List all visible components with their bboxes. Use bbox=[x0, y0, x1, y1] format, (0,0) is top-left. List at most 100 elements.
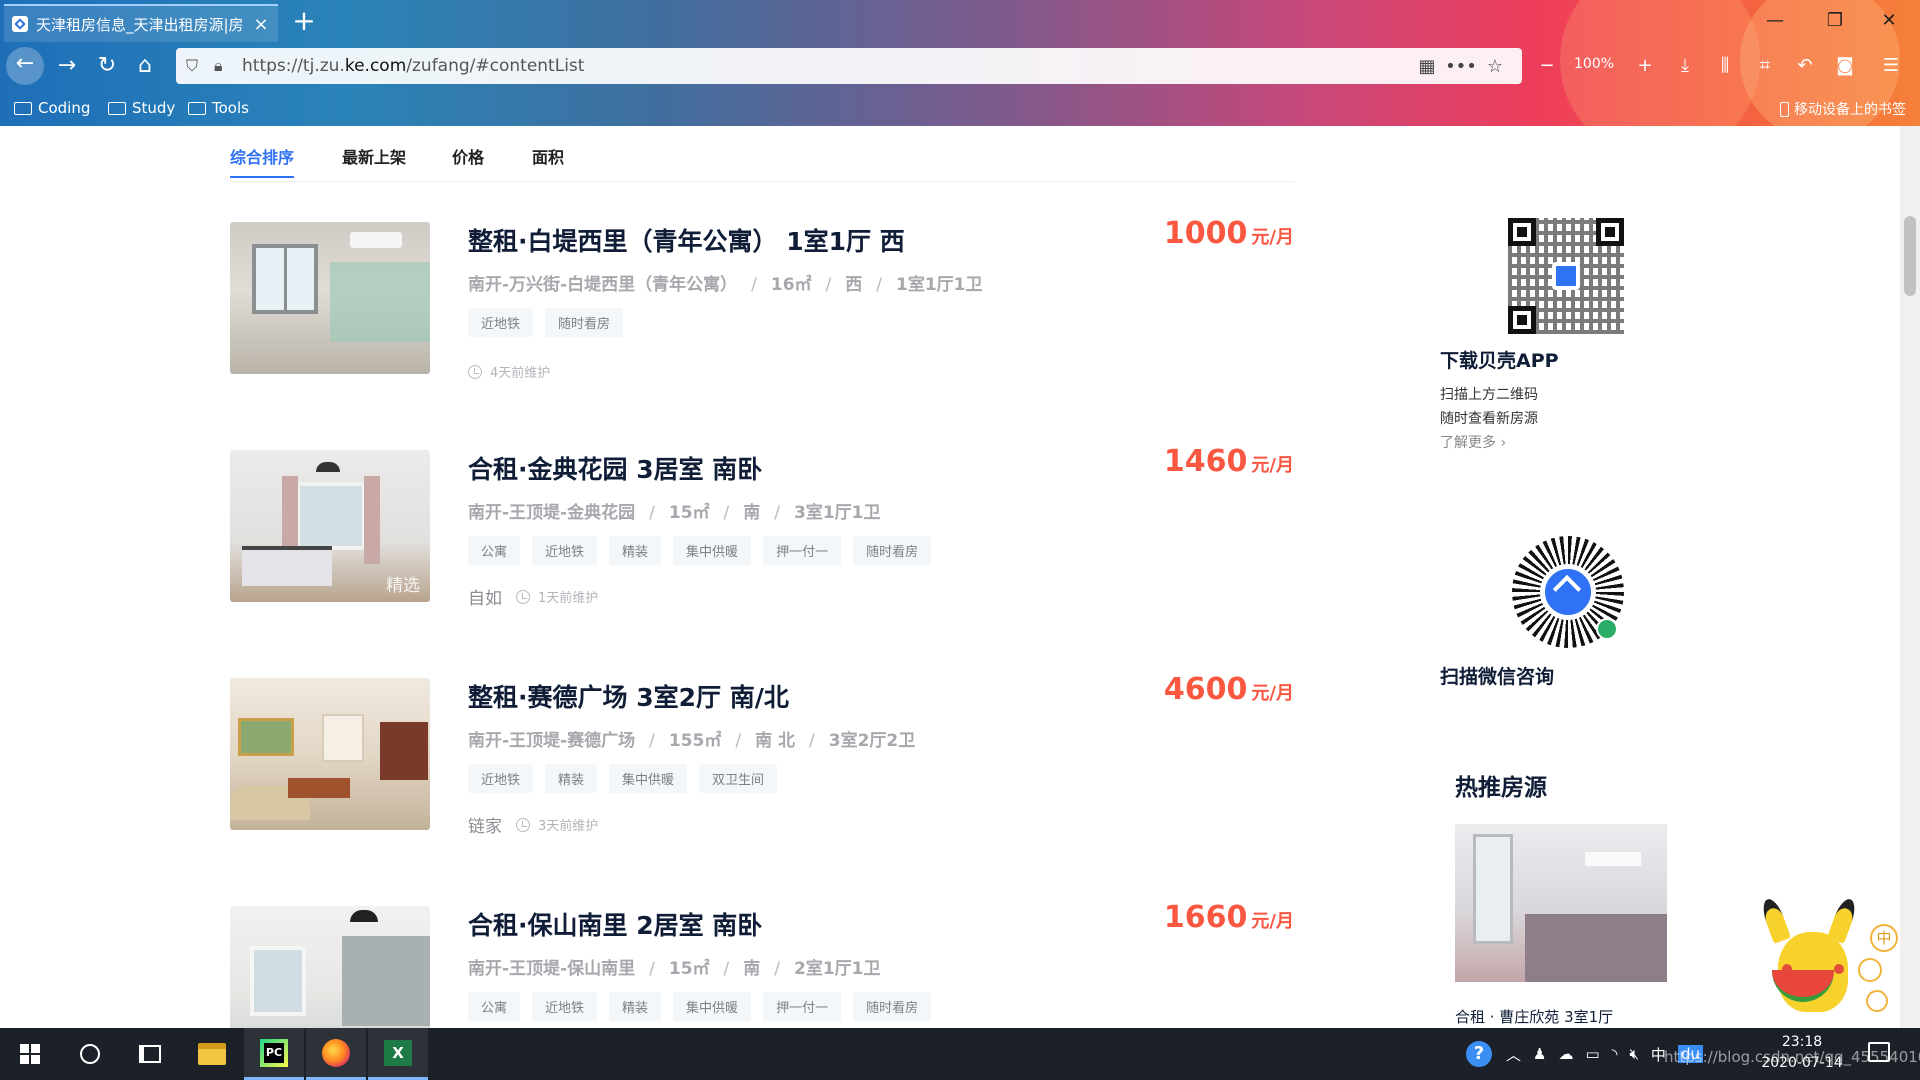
tray-app-icon[interactable]: ♟ bbox=[1533, 1045, 1546, 1063]
hot-listing-photo[interactable] bbox=[1455, 824, 1667, 982]
tag: 押一付一 bbox=[763, 536, 842, 565]
listing-card[interactable]: 精选 合租·金典花园 3居室 南卧 南开-王顶堤-金典花园/15㎡ / 南/3室1厅… bbox=[230, 444, 1294, 609]
close-window-button[interactable]: ✕ bbox=[1866, 6, 1912, 36]
more-actions-icon[interactable]: ••• bbox=[1444, 56, 1478, 77]
tag: 近地铁 bbox=[468, 764, 534, 793]
phone-icon bbox=[1780, 101, 1789, 117]
help-icon[interactable]: ? bbox=[1466, 1041, 1492, 1067]
clock-icon bbox=[516, 817, 530, 832]
ime-toggle-button[interactable]: 中 bbox=[1870, 924, 1898, 952]
listing-desc: 南开-王顶堤-赛德广场/155㎡ / 南 北/3室2厅2卫 bbox=[468, 731, 916, 751]
reload-button[interactable]: ↻ bbox=[90, 49, 124, 83]
new-tab-button[interactable]: + bbox=[288, 6, 320, 38]
url-bar[interactable]: ⛉ 🔒︎ https://tj.zu.ke.com/zufang/#conten… bbox=[176, 48, 1522, 84]
zoom-out-button[interactable]: − bbox=[1530, 50, 1564, 82]
mobile-bookmarks[interactable]: 移动设备上的书签 bbox=[1780, 99, 1906, 119]
scrollbar-thumb[interactable] bbox=[1904, 216, 1916, 296]
tag: 随时看房 bbox=[545, 308, 624, 337]
firefox-button[interactable] bbox=[306, 1028, 366, 1080]
qr-code-icon[interactable]: ▦ bbox=[1410, 56, 1444, 77]
url-text[interactable]: https://tj.zu.ke.com/zufang/#contentList bbox=[242, 56, 1410, 76]
listing-title[interactable]: 整租·赛德广场 3室2厅 南/北 bbox=[468, 678, 789, 714]
task-view-icon bbox=[139, 1045, 161, 1063]
ime-settings-icon[interactable] bbox=[1866, 990, 1888, 1012]
lock-icon[interactable]: 🔒︎ bbox=[214, 56, 236, 76]
listing-photo[interactable] bbox=[230, 222, 430, 374]
tag: 押一付一 bbox=[763, 992, 842, 1021]
page-scrollbar[interactable] bbox=[1900, 126, 1920, 1028]
undo-icon[interactable]: ↶ bbox=[1788, 50, 1822, 82]
bookmark-study[interactable]: Study bbox=[108, 99, 175, 117]
bookmark-star-icon[interactable]: ☆ bbox=[1478, 56, 1512, 77]
volume-muted-icon[interactable]: 🔇︎ bbox=[1629, 1045, 1638, 1063]
listing-photo[interactable]: 精选 bbox=[230, 450, 430, 602]
battery-icon[interactable]: ▭ bbox=[1585, 1045, 1599, 1063]
extension-icon[interactable]: ◙ bbox=[1828, 50, 1862, 82]
bookmark-tools[interactable]: Tools bbox=[188, 99, 249, 117]
zoom-level[interactable]: 100% bbox=[1574, 56, 1614, 72]
listing-meta: 链家 3天前维护 bbox=[468, 812, 598, 837]
app-title: 下载贝壳APP bbox=[1440, 350, 1559, 372]
wifi-icon[interactable]: ◝ bbox=[1612, 1045, 1618, 1063]
tab-newest[interactable]: 最新上架 bbox=[342, 144, 406, 168]
start-button[interactable] bbox=[0, 1028, 60, 1080]
listing-photo[interactable] bbox=[230, 678, 430, 830]
back-button[interactable]: ← bbox=[6, 47, 44, 85]
library-icon[interactable]: ⫼ bbox=[1708, 50, 1742, 82]
listing-card[interactable]: 合租·保山南里 2居室 南卧 南开-王顶堤-保山南里/15㎡ / 南/2室1厅1卫 … bbox=[230, 900, 1294, 1028]
hot-listing-caption[interactable]: 合租 · 曹庄欣苑 3室1厅 bbox=[1455, 1006, 1613, 1027]
browser-tab[interactable]: 天津租房信息_天津出租房源|房 × bbox=[4, 4, 278, 42]
download-icon[interactable]: ⤓ bbox=[1668, 50, 1702, 82]
brand-label: 链家 bbox=[468, 817, 502, 837]
tab-close-icon[interactable]: × bbox=[252, 14, 270, 35]
listing-title[interactable]: 整租·白堤西里（青年公寓） 1室1厅 西 bbox=[468, 222, 905, 258]
featured-badge: 精选 bbox=[386, 576, 420, 596]
app-qr-code bbox=[1508, 218, 1624, 334]
tab-area[interactable]: 面积 bbox=[532, 144, 564, 168]
listing-desc: 南开-王顶堤-保山南里/15㎡ / 南/2室1厅1卫 bbox=[468, 959, 881, 979]
wechat-panel bbox=[1440, 536, 1700, 656]
forward-button[interactable]: → bbox=[50, 49, 84, 83]
learn-more-link[interactable]: 了解更多 › bbox=[1440, 432, 1700, 452]
chevron-up-icon[interactable]: ︿ bbox=[1506, 1044, 1521, 1065]
zoom-in-button[interactable]: + bbox=[1628, 50, 1662, 82]
home-icon[interactable]: ⌂ bbox=[128, 49, 162, 83]
screenshot-icon[interactable]: ⌗ bbox=[1748, 50, 1782, 82]
wechat-title: 扫描微信咨询 bbox=[1440, 666, 1555, 688]
minimize-button[interactable]: — bbox=[1752, 6, 1798, 36]
beike-logo-icon bbox=[1540, 564, 1596, 620]
listing-title[interactable]: 合租·保山南里 2居室 南卧 bbox=[468, 906, 762, 942]
tag: 随时看房 bbox=[853, 992, 932, 1021]
tab-price[interactable]: 价格 bbox=[452, 144, 484, 168]
tag: 公寓 bbox=[468, 536, 521, 565]
brand-label: 自如 bbox=[468, 589, 502, 609]
cloud-icon[interactable]: ☁ bbox=[1558, 1045, 1573, 1063]
tag: 精装 bbox=[609, 536, 662, 565]
pycharm-button[interactable]: PC bbox=[244, 1028, 304, 1080]
restore-button[interactable]: ❐ bbox=[1812, 6, 1858, 36]
listing-title[interactable]: 合租·金典花园 3居室 南卧 bbox=[468, 450, 762, 486]
excel-button[interactable]: X bbox=[368, 1028, 428, 1080]
clock-icon bbox=[516, 589, 530, 604]
tab-comprehensive[interactable]: 综合排序 bbox=[230, 144, 295, 178]
listing-tags: 近地铁 精装 集中供暖 双卫生间 bbox=[468, 764, 789, 793]
shield-icon[interactable]: ⛉ bbox=[186, 56, 208, 76]
tag: 精装 bbox=[609, 992, 662, 1021]
folder-icon bbox=[198, 1043, 226, 1065]
listing-card[interactable]: 整租·白堤西里（青年公寓） 1室1厅 西 南开-万兴街-白堤西里（青年公寓）/1… bbox=[230, 216, 1294, 381]
ime-emoji-icon[interactable] bbox=[1858, 958, 1882, 982]
listing-photo[interactable] bbox=[230, 906, 430, 1028]
task-view-button[interactable] bbox=[120, 1028, 180, 1080]
nav-bar: ← → ↻ ⌂ ⛉ 🔒︎ https://tj.zu.ke.com/zufang… bbox=[0, 44, 1920, 88]
bookmark-coding[interactable]: Coding bbox=[14, 99, 90, 117]
listing-meta: 自如 1天前维护 bbox=[468, 584, 598, 609]
tag: 双卫生间 bbox=[699, 764, 778, 793]
tab-strip: 天津租房信息_天津出租房源|房 × + — ❐ ✕ bbox=[0, 0, 1920, 42]
search-button[interactable] bbox=[60, 1028, 120, 1080]
file-explorer-button[interactable] bbox=[182, 1028, 242, 1080]
tag: 随时看房 bbox=[853, 536, 932, 565]
listing-card[interactable]: 整租·赛德广场 3室2厅 南/北 南开-王顶堤-赛德广场/155㎡ / 南 北/3室… bbox=[230, 672, 1294, 837]
menu-icon[interactable]: ☰ bbox=[1874, 50, 1908, 82]
blog-watermark: https://blog.csdn.net/qq_45554010 bbox=[1664, 1048, 1920, 1066]
tag: 集中供暖 bbox=[609, 764, 688, 793]
